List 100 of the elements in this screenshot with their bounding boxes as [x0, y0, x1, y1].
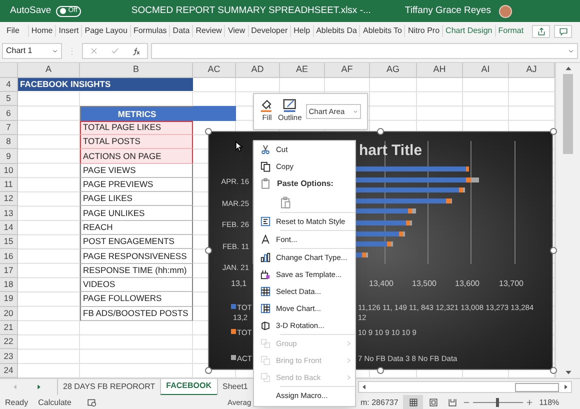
row-header[interactable]: 12 — [0, 192, 18, 206]
ribbon-tab[interactable]: Formulas — [130, 25, 170, 37]
row-header[interactable]: 19 — [0, 292, 18, 307]
header-cell — [193, 106, 236, 121]
row-header[interactable]: 7 — [0, 120, 18, 135]
row-header[interactable]: 9 — [0, 149, 18, 164]
ribbon-tab[interactable]: View — [224, 25, 248, 37]
resize-handle[interactable] — [550, 128, 556, 134]
ribbon-tab[interactable]: Page Layou — [81, 25, 130, 37]
ribbon-tab[interactable]: Help — [290, 25, 313, 37]
zoom-slider-thumb[interactable] — [496, 398, 499, 407]
table-cell[interactable]: RESPONSE TIME (hh:mm) — [80, 264, 193, 278]
user-name: Tiffany Grace Reyes — [404, 4, 491, 18]
send-back-icon — [260, 372, 271, 383]
table-cell[interactable]: POST ENGAGEMENTS — [80, 235, 193, 250]
row-header[interactable]: 24 — [0, 364, 18, 378]
table-cell[interactable]: PAGE PREVIEWS — [80, 178, 193, 192]
axis-label: 13,700 — [499, 278, 524, 290]
insert-function-icon[interactable] — [132, 46, 140, 56]
zoom-in-icon[interactable] — [526, 399, 534, 406]
table-cell[interactable]: PAGE RESPONSIVENESS — [80, 249, 193, 264]
row-header[interactable]: 14 — [0, 220, 18, 236]
comments-button[interactable] — [554, 24, 572, 38]
table-cell[interactable]: PAGE VIEWS — [80, 164, 193, 178]
ribbon-tab[interactable]: Review — [192, 25, 224, 37]
table-cell[interactable]: TOTAL POSTS — [80, 134, 193, 150]
pointer-icon — [235, 141, 243, 152]
ribbon-tab[interactable]: Nitro Pro — [404, 25, 442, 37]
column-header[interactable]: AE — [280, 63, 325, 78]
formula-input[interactable] — [151, 43, 578, 59]
table-cell[interactable]: TOTAL PAGE LIKES — [80, 120, 193, 135]
ribbon-tab[interactable]: Ablebits Da — [312, 25, 360, 37]
zoom-level[interactable]: 118% — [539, 396, 560, 408]
ribbon-tab[interactable]: File — [4, 25, 22, 37]
column-header[interactable]: AC — [193, 63, 236, 78]
page-break-icon[interactable] — [448, 398, 458, 407]
scroll-down-icon[interactable] — [564, 369, 572, 376]
row-header[interactable]: 17 — [0, 264, 18, 278]
column-header[interactable]: AD — [236, 63, 280, 78]
row-header[interactable]: 6 — [0, 106, 18, 121]
ribbon-tab[interactable]: Chart Design — [442, 25, 495, 37]
table-cell[interactable]: ACTIONS ON PAGE — [80, 149, 193, 164]
resize-handle[interactable] — [204, 128, 212, 134]
row-header[interactable]: 22 — [0, 335, 18, 350]
row-header[interactable]: 5 — [0, 92, 18, 106]
ribbon-tab[interactable]: Developer — [248, 25, 290, 37]
horizontal-scrollbar[interactable] — [358, 381, 572, 393]
calculate-button[interactable]: Calculate — [38, 396, 72, 408]
share-button[interactable] — [532, 24, 550, 38]
table-cell[interactable]: FB ADS/BOOSTED POSTS — [80, 306, 193, 321]
row-header[interactable]: 16 — [0, 249, 18, 264]
next-sheet-icon[interactable] — [36, 384, 42, 390]
column-header[interactable]: AG — [370, 63, 417, 78]
ribbon-tab[interactable]: Insert — [55, 25, 82, 37]
table-cell[interactable]: REACH — [80, 220, 193, 236]
scroll-left-icon[interactable] — [361, 384, 367, 390]
zoom-out-icon[interactable] — [463, 399, 470, 406]
row-header[interactable]: 21 — [0, 320, 18, 336]
scrollbar-thumb[interactable] — [563, 74, 573, 154]
table-cell[interactable]: VIDEOS — [80, 278, 193, 292]
column-header[interactable]: AF — [325, 63, 370, 78]
sheet-tab[interactable]: FACEBOOK — [160, 378, 217, 396]
column-header[interactable]: AH — [417, 63, 463, 78]
row-header[interactable]: 20 — [0, 306, 18, 321]
name-box[interactable]: Chart 1 — [2, 43, 62, 59]
page-layout-icon[interactable] — [429, 398, 438, 407]
column-header[interactable]: AI — [463, 63, 509, 78]
ribbon-tab[interactable]: Format — [494, 25, 526, 37]
resize-handle[interactable] — [376, 128, 384, 134]
row-header[interactable]: 10 — [0, 164, 18, 178]
status-sum: m: 286737 — [360, 396, 398, 408]
row-header[interactable]: 4 — [0, 78, 18, 92]
scroll-right-icon[interactable] — [563, 384, 569, 390]
ribbon-tab[interactable]: Data — [169, 25, 192, 37]
row-header[interactable]: 15 — [0, 235, 18, 250]
vertical-scrollbar[interactable] — [555, 63, 580, 378]
move-chart-icon — [260, 303, 271, 314]
row-header[interactable]: 8 — [0, 134, 18, 150]
resize-handle[interactable] — [204, 366, 212, 374]
resize-handle[interactable] — [204, 246, 212, 254]
scroll-up-icon[interactable] — [564, 65, 572, 72]
axis-label: 13,1 — [231, 278, 247, 290]
macro-record-icon[interactable] — [87, 398, 98, 407]
ribbon-tab[interactable]: Home — [28, 25, 56, 37]
grid-icon — [408, 398, 418, 407]
scrollbar-thumb[interactable] — [515, 382, 559, 392]
table-cell[interactable]: PAGE UNLIKES — [80, 206, 193, 221]
table-cell[interactable]: PAGE LIKES — [80, 192, 193, 206]
chart-title[interactable]: hart Title — [359, 140, 422, 162]
ribbon-tab[interactable]: Ablebits To — [359, 25, 404, 37]
row-header[interactable]: 13 — [0, 206, 18, 221]
comment-icon — [558, 26, 568, 36]
section-title-cell: FACEBOOK INSIGHTS — [18, 78, 193, 92]
row-header[interactable]: 11 — [0, 178, 18, 192]
avatar[interactable] — [498, 4, 512, 18]
row-header[interactable]: 18 — [0, 278, 18, 292]
expand-caret-icon[interactable] — [568, 48, 574, 54]
row-header[interactable]: 23 — [0, 349, 18, 364]
table-cell[interactable]: PAGE FOLLOWERS — [80, 292, 193, 307]
normal-view-button[interactable] — [403, 395, 424, 409]
